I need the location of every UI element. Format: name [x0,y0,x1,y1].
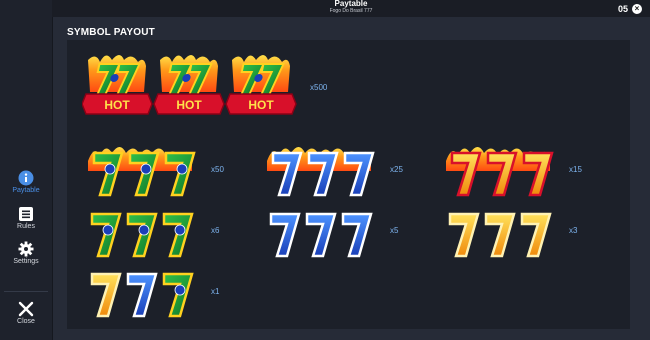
payout-multiplier: x1 [211,287,220,296]
sidebar-item-label: Close [17,318,35,325]
symbol-burning-777-brazil [88,147,196,197]
sidebar-item-settings[interactable]: Settings [0,241,52,265]
hot-badge-label: HOT [104,98,130,112]
sidebar-item-rules[interactable]: Rules [0,206,52,230]
payout-multiplier: x6 [211,226,220,235]
payout-multiplier: x3 [569,226,578,235]
sidebar: Paytable Rules Settings Close [0,0,53,340]
payout-multiplier: x5 [390,226,399,235]
sidebar-item-paytable[interactable]: Paytable [0,170,52,194]
symbol-777-gold [448,212,552,258]
document-icon [19,207,33,221]
sidebar-item-label: Settings [13,258,39,265]
close-icon [18,301,34,317]
symbol-777-mixed [90,272,194,318]
clock: 05 [617,4,628,14]
payout-multiplier: x500 [310,83,328,92]
close-button[interactable]: × [632,4,642,14]
symbol-burning-777-gold [446,147,554,197]
payout-multiplier: x15 [569,165,582,174]
sidebar-item-label: Rules [17,223,35,230]
gear-icon [18,241,34,257]
header: Paytable Fogo Do Brasil 777 05 × [52,0,650,17]
section-title: SYMBOL PAYOUT [67,27,155,38]
symbol-777-brazil [90,212,194,258]
payout-multiplier: x50 [211,165,224,174]
payout-multiplier: x25 [390,165,403,174]
symbol-hot-777: HOT [82,54,297,115]
game-subtitle: Fogo Do Brasil 777 [329,8,373,14]
page-title: Paytable [334,0,368,8]
divider [4,291,48,292]
sidebar-item-label: Paytable [12,187,40,194]
info-icon [18,170,34,186]
sidebar-item-close[interactable]: Close [0,301,52,325]
symbol-777-blue [269,212,373,258]
symbol-burning-777-blue [267,147,375,197]
